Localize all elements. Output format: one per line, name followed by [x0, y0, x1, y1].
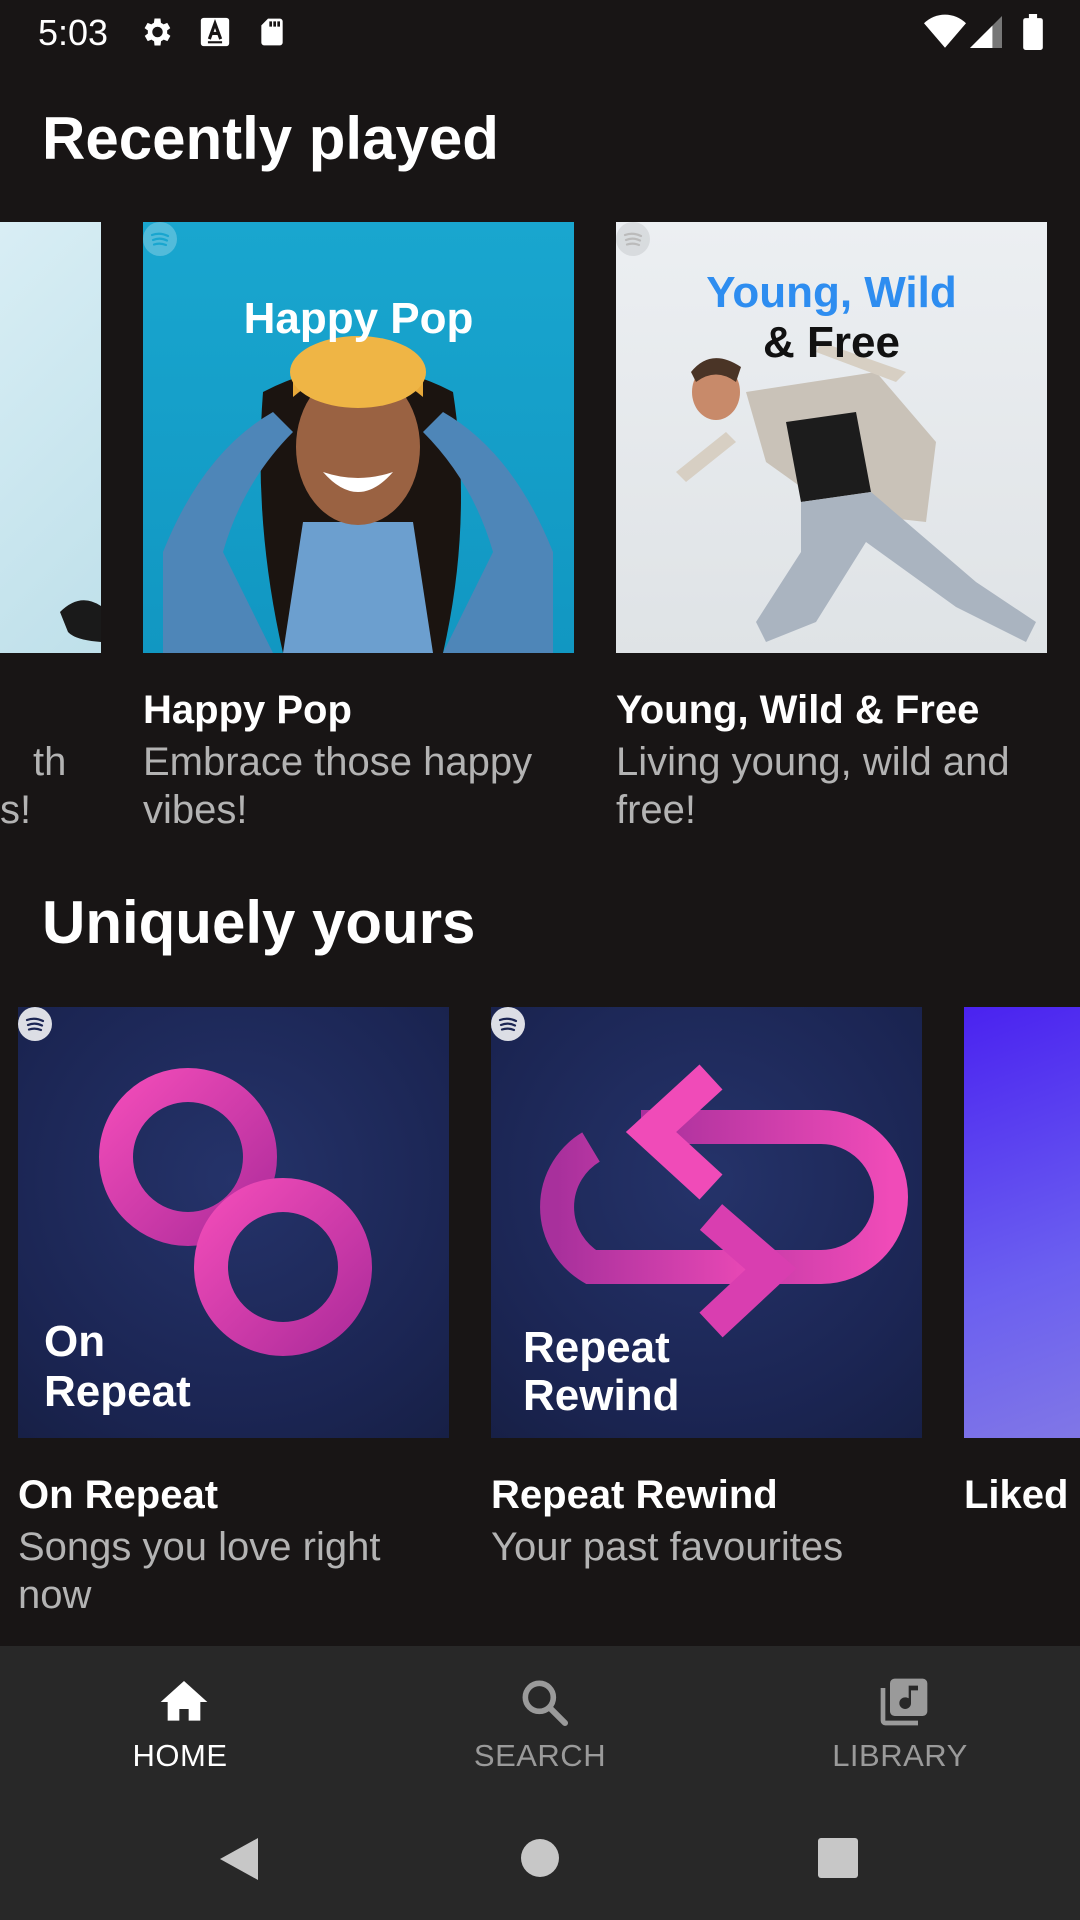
- playlist-subtitle: Living young, wild and free!: [616, 740, 1010, 832]
- spotify-badge-icon: [18, 1007, 52, 1041]
- young-wild-free-cover-line1: Young, Wild: [706, 268, 957, 317]
- gear-icon: [138, 14, 174, 55]
- spotify-badge-icon: [491, 1007, 525, 1041]
- bottom-nav: HOME SEARCH LIBRARY: [0, 1646, 1080, 1796]
- repeat-rewind-cover-line2: Rewind: [523, 1371, 680, 1420]
- spotify-badge-icon: [616, 222, 650, 256]
- young-wild-free-cover: Young, Wild & Free: [616, 222, 1047, 653]
- section-title-uniquely-yours: Uniquely yours: [42, 889, 476, 956]
- young-wild-free-cover-line2: & Free: [763, 318, 900, 367]
- home-button-icon[interactable]: [520, 1838, 560, 1883]
- app-screen: 5:03 Recently played th s! Happy Pop Hap…: [0, 0, 1080, 1920]
- playlist-cover-partial: [0, 222, 101, 653]
- spotify-badge-icon: [143, 222, 177, 256]
- a-keyboard-icon: [198, 14, 232, 55]
- status-bar: 5:03: [0, 0, 1080, 64]
- wifi-icon: [924, 14, 966, 55]
- playlist-title: Young, Wild & Free: [616, 688, 980, 732]
- library-icon: [876, 1674, 932, 1730]
- playlist-subtitle: Embrace those happy vibes!: [143, 740, 533, 832]
- signal-icon: [970, 14, 1002, 55]
- on-repeat-cover-line1: On: [44, 1317, 106, 1366]
- liked-songs-cover: [964, 1007, 1080, 1438]
- battery-icon: [1022, 14, 1044, 55]
- playlist-title: On Repeat: [18, 1473, 219, 1517]
- happy-pop-cover: Happy Pop: [143, 222, 574, 653]
- playlist-title: Happy Pop: [143, 688, 352, 732]
- happy-pop-cover-text: Happy Pop: [243, 294, 474, 343]
- playlist-title: Repeat Rewind: [491, 1473, 778, 1517]
- system-nav-bar: [0, 1796, 1080, 1920]
- section-title-recently-played: Recently played: [42, 105, 499, 172]
- playlist-subtitle: Your past favourites: [491, 1525, 844, 1569]
- status-time: 5:03: [38, 12, 109, 53]
- back-icon[interactable]: [218, 1836, 260, 1887]
- nav-item-search[interactable]: SEARCH: [420, 1646, 660, 1796]
- on-repeat-cover-line2: Repeat: [44, 1367, 191, 1416]
- recents-icon[interactable]: [818, 1838, 858, 1883]
- nav-label-home: HOME: [132, 1738, 228, 1773]
- playlist-card-liked-songs[interactable]: Liked S: [964, 1007, 1080, 1527]
- sd-card-icon: [256, 14, 288, 55]
- nav-item-library[interactable]: LIBRARY: [780, 1646, 1020, 1796]
- nav-item-home[interactable]: HOME: [60, 1646, 300, 1796]
- repeat-rewind-cover-line1: Repeat: [523, 1323, 670, 1372]
- nav-label-search: SEARCH: [473, 1738, 607, 1773]
- playlist-subtitle: Songs you love right now: [18, 1525, 381, 1617]
- nav-label-library: LIBRARY: [832, 1738, 968, 1773]
- repeat-rewind-cover: Repeat Rewind: [491, 1007, 922, 1438]
- playlist-title: Liked S: [964, 1473, 1080, 1517]
- search-icon: [516, 1674, 572, 1730]
- home-icon: [156, 1674, 212, 1730]
- on-repeat-cover: On Repeat: [18, 1007, 449, 1438]
- playlist-subtitle-partial: th s!: [0, 740, 67, 832]
